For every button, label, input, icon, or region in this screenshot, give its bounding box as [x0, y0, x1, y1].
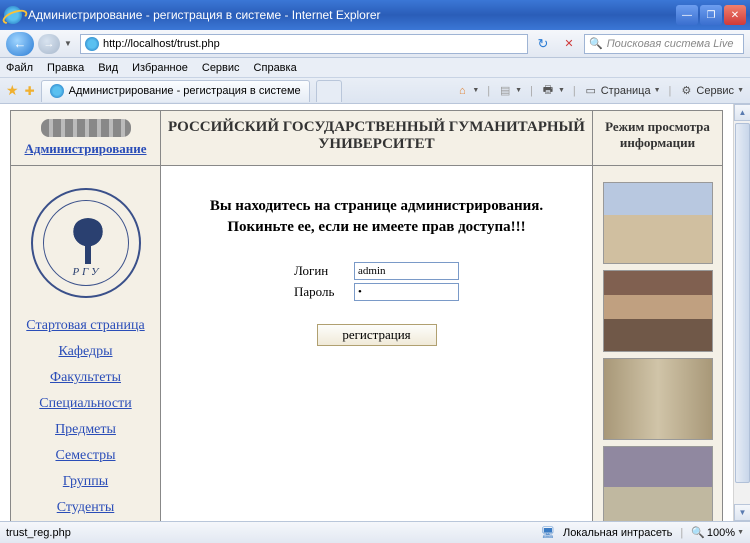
zoom-value: 100%	[707, 527, 735, 539]
maximize-button[interactable]: ❐	[700, 5, 722, 25]
admin-link[interactable]: Администрирование	[24, 141, 146, 156]
nav-subjects[interactable]: Предметы	[17, 422, 154, 438]
content-viewport: Администрирование РОССИЙСКИЙ ГОСУДАРСТВЕ…	[0, 104, 733, 521]
menu-bar: Файл Правка Вид Избранное Сервис Справка	[0, 58, 750, 78]
page-menu[interactable]: ▭Страница▼	[584, 84, 661, 98]
password-input[interactable]	[354, 283, 459, 301]
ie-logo-icon	[4, 6, 22, 24]
tab-current[interactable]: Администрирование - регистрация в систем…	[41, 80, 310, 102]
scroll-down-button[interactable]: ▼	[734, 504, 750, 521]
photo-building-1	[603, 182, 713, 264]
university-seal-icon: Р Г У	[31, 188, 141, 298]
address-bar[interactable]: http://localhost/trust.php	[80, 34, 528, 54]
tools-menu[interactable]: ⚙Сервис▼	[679, 84, 744, 98]
header-left-cell: Администрирование	[11, 111, 161, 166]
tab-strip: ★ ✚ Администрирование - регистрация в си…	[0, 78, 750, 104]
menu-tools[interactable]: Сервис	[202, 62, 240, 74]
vertical-scrollbar[interactable]: ▲ ▼	[733, 104, 750, 521]
chain-icon	[41, 119, 131, 137]
photo-building-2	[603, 446, 713, 521]
navigation-bar: ← → ▼ http://localhost/trust.php ↻ ✕ 🔍 П…	[0, 30, 750, 58]
print-icon: 🖶	[541, 84, 555, 98]
address-text: http://localhost/trust.php	[103, 38, 220, 50]
nav-students[interactable]: Студенты	[17, 500, 154, 516]
window-title: Администрирование - регистрация в систем…	[28, 8, 676, 22]
photo-interior	[603, 358, 713, 440]
add-favorite-icon[interactable]: ✚	[25, 84, 35, 98]
nav-history-dropdown[interactable]: ▼	[64, 39, 76, 48]
security-zone: Локальная интрасеть	[563, 527, 672, 539]
back-button[interactable]: ←	[6, 32, 34, 56]
nav-groups[interactable]: Группы	[17, 474, 154, 490]
search-placeholder: Поисковая система Live	[607, 38, 734, 50]
nav-departments[interactable]: Кафедры	[17, 344, 154, 360]
scroll-thumb[interactable]	[735, 123, 750, 483]
nav-semesters[interactable]: Семестры	[17, 448, 154, 464]
stop-button[interactable]: ✕	[558, 34, 580, 54]
menu-edit[interactable]: Правка	[47, 62, 84, 74]
favorites-center-icon[interactable]: ★	[6, 82, 19, 99]
photo-hall	[603, 270, 713, 352]
scroll-up-button[interactable]: ▲	[734, 104, 750, 121]
search-box[interactable]: 🔍 Поисковая система Live	[584, 34, 744, 54]
zoom-icon: 🔍	[691, 526, 705, 539]
window-titlebar: Администрирование - регистрация в систем…	[0, 0, 750, 30]
menu-favorites[interactable]: Избранное	[132, 62, 188, 74]
print-button[interactable]: 🖶▼	[541, 84, 565, 98]
tab-title: Администрирование - регистрация в систем…	[69, 85, 301, 97]
refresh-button[interactable]: ↻	[532, 34, 554, 54]
main-content: Вы находитесь на странице администрирова…	[161, 166, 593, 522]
admin-warning: Вы находитесь на странице администрирова…	[181, 196, 572, 238]
sidebar-left: Р Г У Стартовая страница Кафедры Факульт…	[11, 166, 161, 522]
page-favicon-icon	[85, 37, 99, 51]
home-icon: ⌂	[455, 84, 469, 98]
sidebar-right	[593, 166, 723, 522]
search-icon: 🔍	[589, 37, 603, 50]
menu-help[interactable]: Справка	[254, 62, 297, 74]
gear-icon: ⚙	[679, 84, 693, 98]
home-button[interactable]: ⌂▼	[455, 84, 479, 98]
tab-favicon-icon	[50, 84, 64, 98]
menu-file[interactable]: Файл	[6, 62, 33, 74]
new-tab-button[interactable]	[316, 80, 342, 102]
intranet-zone-icon: 🖥	[541, 526, 555, 539]
register-button[interactable]: регистрация	[317, 324, 437, 346]
feeds-button[interactable]: ▤▼	[498, 84, 522, 98]
minimize-button[interactable]: —	[676, 5, 698, 25]
rss-icon: ▤	[498, 84, 512, 98]
nav-specialties[interactable]: Специальности	[17, 396, 154, 412]
nav-faculties[interactable]: Факультеты	[17, 370, 154, 386]
menu-view[interactable]: Вид	[98, 62, 118, 74]
header-mode: Режим просмотра информации	[593, 111, 723, 166]
nav-start[interactable]: Стартовая страница	[17, 318, 154, 334]
status-text: trust_reg.php	[6, 527, 541, 539]
page-icon: ▭	[584, 84, 598, 98]
zoom-control[interactable]: 🔍 100% ▼	[691, 526, 744, 539]
status-bar: trust_reg.php 🖥 Локальная интрасеть | 🔍 …	[0, 521, 750, 543]
password-label: Пароль	[294, 284, 344, 300]
close-button[interactable]: ✕	[724, 5, 746, 25]
layout-table: Администрирование РОССИЙСКИЙ ГОСУДАРСТВЕ…	[10, 110, 723, 521]
header-title: РОССИЙСКИЙ ГОСУДАРСТВЕННЫЙ ГУМАНИТАРНЫЙ …	[161, 111, 593, 166]
login-label: Логин	[294, 263, 344, 279]
login-input[interactable]	[354, 262, 459, 280]
forward-button[interactable]: →	[38, 34, 60, 54]
